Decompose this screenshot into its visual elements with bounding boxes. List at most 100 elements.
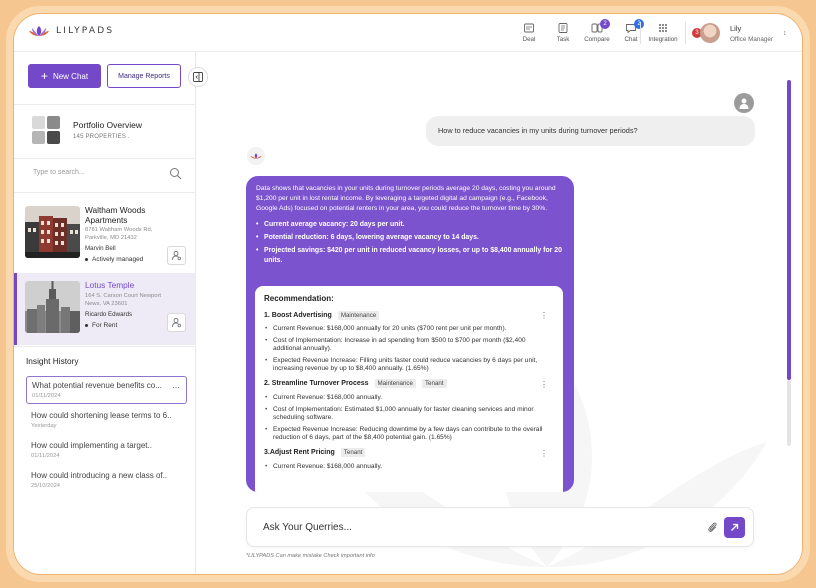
recommendation-bullet: Current Revenue: $168,000 annually. — [264, 463, 554, 472]
app-window: LILYPADS Deal Task 2 Compare 2 Chat Inte… — [13, 13, 803, 575]
history-item[interactable]: How could shortening lease terms to 6.. … — [26, 407, 187, 435]
divider — [14, 192, 196, 193]
chat-input[interactable]: Ask Your Querries... — [246, 507, 754, 547]
property-address: 164 S. Carson Court Newport News, VA 236… — [85, 293, 162, 307]
property-card[interactable]: Waltham Woods Apartments 8781 Waltham Wo… — [14, 198, 196, 270]
lotus-icon — [250, 153, 262, 159]
portfolio-title: Portfolio Overview — [73, 120, 142, 130]
kebab-menu-icon[interactable]: ⋮ — [540, 449, 548, 458]
property-status: Actively managed — [85, 256, 143, 263]
nav-integration-label: Integration — [648, 36, 678, 43]
person-icon — [739, 98, 749, 109]
property-photo — [25, 206, 80, 258]
search-placeholder: Type to search... — [33, 169, 85, 176]
property-card-selected[interactable]: Lotus Temple 164 S. Carson Court Newport… — [14, 273, 196, 345]
bot-intro: Data shows that vacancies in your units … — [256, 185, 556, 212]
search-input[interactable]: Type to search... — [28, 164, 184, 184]
key-point: Projected savings: $420 per unit in redu… — [256, 246, 564, 266]
kebab-menu-icon[interactable]: ⋮ — [540, 311, 548, 320]
recommendation-bullet: Expected Revenue Increase: Filling units… — [264, 357, 554, 374]
assign-user-button[interactable] — [167, 246, 186, 265]
user-menu[interactable]: 3 Lily Office Manager ↕ — [692, 22, 802, 46]
portfolio-overview[interactable]: Portfolio Overview 145 PROPERTIES . — [32, 116, 192, 150]
history-date: 25/10/2024 — [31, 483, 61, 489]
history-question: How could shortening lease terms to 6.. — [31, 411, 172, 420]
sidebar-toggle-icon — [193, 72, 203, 82]
recommendation-bullet: Cost of Implementation: Increase in ad s… — [264, 337, 554, 354]
chevron-updown-icon[interactable]: ↕ — [783, 30, 787, 37]
divider — [14, 346, 196, 347]
recommendation-item-title: 2. Streamline Turnover Process — [264, 380, 369, 388]
brand-name: LILYPADS — [56, 26, 115, 36]
portfolio-thumbnails — [32, 116, 60, 144]
user-settings-icon — [172, 251, 181, 261]
new-chat-button[interactable]: + New Chat — [28, 64, 101, 88]
recommendation-item-title: 1. Boost Advertising — [264, 311, 332, 319]
nav-compare-label: Compare — [584, 36, 610, 43]
history-item[interactable]: How could introducing a new class of.. 2… — [26, 467, 187, 495]
scrollbar-track[interactable] — [787, 380, 791, 446]
portfolio-count: 145 PROPERTIES . — [73, 134, 130, 140]
recommendation-item: 3.Adjust Rent Pricing Tenant ⋮ Current R… — [264, 447, 554, 472]
bot-key-points: Current average vacancy: 20 days per uni… — [256, 220, 564, 266]
divider — [14, 158, 196, 159]
lotus-logo-icon — [29, 26, 49, 36]
property-address: 8781 Waltham Woods Rd, Parkville, MD 214… — [85, 227, 153, 241]
recommendation-heading: 1. Boost Advertising Maintenance — [264, 309, 554, 321]
recommendation-item: 1. Boost Advertising Maintenance ⋮ Curre… — [264, 309, 554, 374]
header-separator — [640, 22, 641, 44]
manage-reports-button[interactable]: Manage Reports — [107, 64, 181, 88]
paperclip-icon[interactable] — [707, 521, 718, 534]
property-owner: Marvin Bell — [85, 245, 116, 252]
chat-input-placeholder: Ask Your Querries... — [263, 522, 352, 533]
nav-task[interactable]: Task — [546, 20, 580, 43]
deal-icon — [524, 23, 534, 33]
recommendation-title: Recommendation: — [264, 294, 334, 303]
recommendation-bullet: Expected Revenue Increase: Reducing down… — [264, 426, 554, 443]
assign-user-button[interactable] — [167, 313, 186, 332]
disclaimer-text: *LILYPADS Can make mistake Check importa… — [246, 553, 375, 559]
user-settings-icon — [172, 318, 181, 328]
tag-badge: Maintenance — [337, 310, 380, 320]
nav-deal-label: Deal — [522, 36, 536, 43]
tag-badge: Tenant — [340, 448, 366, 458]
recommendation-bullet: Cost of Implementation: Estimated $1,000… — [264, 406, 554, 423]
property-owner: Ricardo Edwards — [85, 311, 133, 318]
plus-icon: + — [40, 69, 48, 83]
property-name: Waltham Woods Apartments — [85, 205, 146, 225]
scrollbar-thumb[interactable] — [787, 80, 791, 380]
nav-task-label: Task — [556, 36, 570, 43]
task-icon — [558, 23, 568, 33]
chat-area: How to reduce vacancies in my units duri… — [197, 52, 802, 574]
history-date: Yesterday — [31, 423, 57, 429]
recommendation-item-title: 3.Adjust Rent Pricing — [264, 449, 335, 457]
sidebar: + New Chat Manage Reports Portfolio Over… — [14, 52, 208, 574]
collapse-sidebar-button[interactable] — [188, 67, 208, 87]
search-icon[interactable] — [169, 167, 182, 180]
more-options-icon[interactable]: ⋯ — [172, 383, 181, 392]
history-question: How could implementing a target.. — [31, 441, 152, 450]
nav-integration[interactable]: Integration — [643, 20, 683, 43]
nav-compare[interactable]: 2 Compare — [580, 19, 614, 43]
history-item[interactable]: How could implementing a target.. 01/11/… — [26, 437, 187, 465]
bot-avatar — [247, 147, 265, 165]
recommendation-heading: 2. Streamline Turnover Process Maintenan… — [264, 378, 554, 390]
brand-logo[interactable]: LILYPADS — [28, 25, 114, 37]
send-button[interactable] — [724, 517, 745, 538]
history-question: What potential revenue benefits co... — [32, 381, 162, 390]
bot-message: Data shows that vacancies in your units … — [246, 176, 574, 492]
property-status: For Rent — [85, 322, 117, 329]
history-item-selected[interactable]: What potential revenue benefits co... 01… — [26, 376, 187, 404]
kebab-menu-icon[interactable]: ⋮ — [540, 380, 548, 389]
recommendation-card: Recommendation: 1. Boost Advertising Mai… — [255, 286, 563, 492]
new-chat-label: New Chat — [52, 71, 89, 81]
recommendation-bullet: Current Revenue: $168,000 annually. — [264, 394, 554, 403]
nav-deal[interactable]: Deal — [512, 20, 546, 43]
top-header: LILYPADS Deal Task 2 Compare 2 Chat Inte… — [14, 14, 802, 52]
status-dot — [85, 324, 88, 327]
history-date: 01/11/2024 — [31, 453, 60, 459]
user-message: How to reduce vacancies in my units duri… — [426, 116, 755, 146]
insight-history-title: Insight History — [26, 356, 79, 366]
property-photo — [25, 281, 80, 333]
header-separator-2 — [685, 22, 686, 44]
